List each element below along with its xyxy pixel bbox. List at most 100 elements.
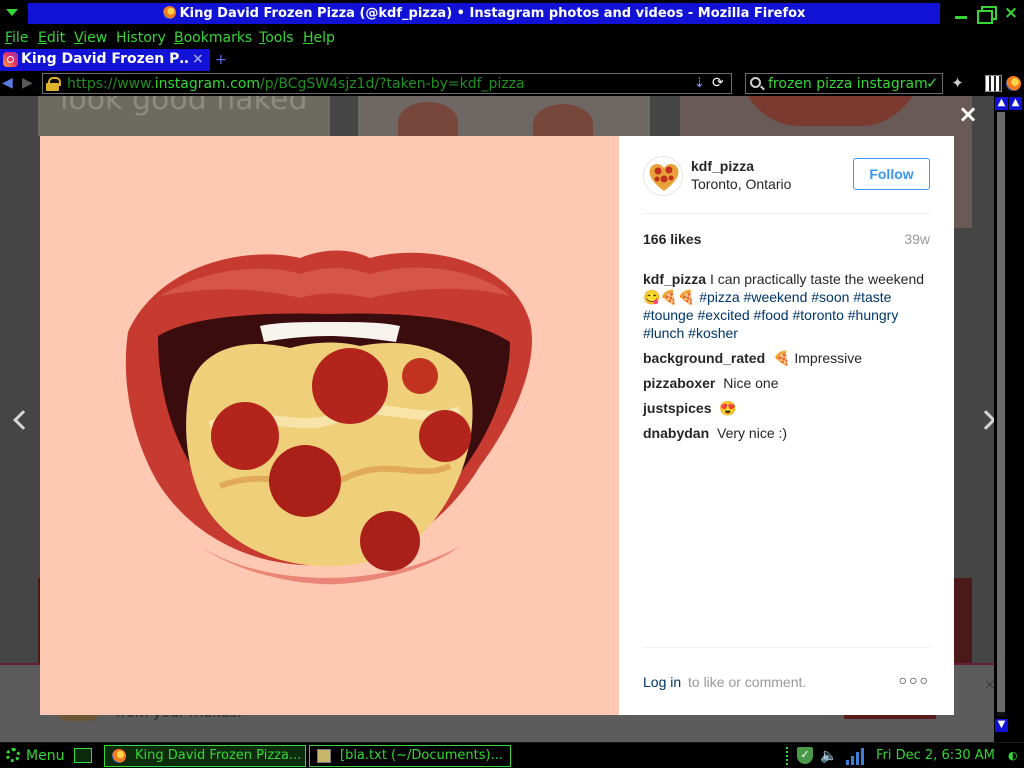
comment-text: 🍕 Impressive [769, 350, 863, 366]
url-dropdown-icon[interactable]: ⇣ [694, 76, 705, 92]
comment-username[interactable]: kdf_pizza [643, 271, 706, 287]
background-banner-button[interactable] [844, 715, 936, 719]
modal-close-button[interactable]: × [956, 102, 980, 126]
page-scrollbar[interactable]: ▲ ▲ ▼ [994, 96, 1024, 742]
scroll-track[interactable] [997, 112, 1005, 716]
background-close-icon[interactable]: × [984, 677, 994, 693]
post-location[interactable]: Toronto, Ontario [691, 175, 791, 193]
url-prefix: https://www. [67, 76, 155, 92]
tab-instagram[interactable]: King David Frozen P… × [0, 49, 210, 71]
menu-tools[interactable]: Tools [259, 29, 294, 47]
comment: pizzaboxer Nice one [643, 374, 930, 392]
maximize-button[interactable] [977, 5, 997, 24]
firefox-menu-icon[interactable] [1006, 76, 1021, 91]
menu-file-label: ile [12, 30, 29, 46]
hashtag[interactable]: #weekend [744, 289, 808, 305]
task-firefox[interactable]: King David Frozen Pizza... [104, 745, 306, 767]
menu-view[interactable]: View [74, 29, 107, 47]
search-go-icon[interactable]: ✓ [926, 74, 939, 93]
back-button[interactable]: ◀ [2, 76, 13, 90]
instagram-icon [3, 52, 18, 67]
menu-history[interactable]: History [116, 29, 166, 47]
avatar[interactable] [643, 156, 683, 196]
comment-username[interactable]: background_rated [643, 350, 765, 366]
show-desktop-icon[interactable] [74, 748, 92, 763]
scroll-up-icon[interactable]: ▲ [1009, 97, 1022, 110]
background-post-tile[interactable] [358, 96, 650, 144]
previous-post-arrow-icon[interactable] [10, 406, 30, 436]
comment: background_rated 🍕 Impressive [643, 349, 930, 367]
url-host: instagram.com [154, 76, 261, 92]
search-icon[interactable] [750, 77, 761, 88]
network-signal-icon[interactable] [846, 747, 866, 765]
shield-icon[interactable]: ✓ [797, 747, 813, 764]
close-window-button[interactable]: × [1002, 5, 1020, 22]
hashtag[interactable]: #food [754, 307, 789, 323]
hashtag[interactable]: #taste [853, 289, 891, 305]
window-title-area: King David Frozen Pizza (@kdf_pizza) • I… [28, 3, 940, 24]
hashtag[interactable]: #kosher [688, 325, 738, 341]
hashtag[interactable]: #lunch [643, 325, 684, 341]
menu-help-accel: H [303, 30, 314, 46]
url-text[interactable]: https://www.instagram.com/p/BCgSW4sjz1d/… [67, 75, 525, 93]
post-details-panel: kdf_pizza Toronto, Ontario Follow 166 li… [619, 136, 954, 715]
scroll-down-icon[interactable]: ▼ [995, 719, 1008, 732]
menu-bar: File Edit View History Bookmarks Tools H… [0, 27, 1024, 49]
power-icon[interactable]: ◐ [1008, 749, 1018, 763]
post-username[interactable]: kdf_pizza [691, 157, 754, 175]
clock[interactable]: Fri Dec 2, 6:30 AM [876, 746, 995, 766]
hashtag[interactable]: #toronto [792, 307, 843, 323]
task-text-editor[interactable]: [bla.txt (~/Documents)... [309, 745, 511, 767]
scroll-up-icon[interactable]: ▲ [995, 97, 1008, 110]
menu-help[interactable]: Help [303, 29, 335, 47]
menu-bookmarks[interactable]: Bookmarks [174, 29, 252, 47]
task-label: [bla.txt (~/Documents)... [340, 748, 503, 763]
search-input[interactable]: frozen pizza instagram [768, 75, 928, 93]
window-title: King David Frozen Pizza (@kdf_pizza) • I… [179, 6, 806, 21]
hashtag[interactable]: #tounge [643, 307, 694, 323]
qr-code-icon[interactable] [985, 75, 1002, 92]
scroll-thumb[interactable] [997, 112, 1005, 712]
menu-history-label: History [116, 30, 166, 46]
url-bar[interactable]: https://www.instagram.com/p/BCgSW4sjz1d/… [42, 73, 732, 94]
comment-username[interactable]: pizzaboxer [643, 375, 715, 391]
more-options-icon[interactable]: ○○○ [899, 671, 930, 689]
start-menu-button[interactable]: Menu [6, 746, 64, 766]
post-age[interactable]: 39w [904, 230, 930, 248]
likes-count[interactable]: 166 likes [643, 230, 701, 248]
lock-icon[interactable] [46, 77, 61, 91]
follow-button[interactable]: Follow [853, 158, 930, 190]
menu-edit[interactable]: Edit [38, 29, 65, 47]
menu-view-accel: V [74, 30, 84, 46]
hashtag[interactable]: #excited [698, 307, 750, 323]
new-tab-button[interactable]: + [215, 49, 227, 71]
minimize-button[interactable] [952, 5, 970, 22]
comment-text: Very nice :) [713, 425, 788, 441]
menu-edit-accel: E [38, 30, 47, 46]
hashtag[interactable]: #pizza [699, 289, 739, 305]
next-post-arrow-icon[interactable] [978, 406, 994, 436]
post-image[interactable] [40, 136, 619, 715]
firefox-icon [112, 749, 126, 763]
start-menu-label: Menu [26, 748, 65, 764]
comment-username[interactable]: justspices [643, 400, 711, 416]
reload-icon[interactable]: ⟳ [712, 75, 724, 92]
background-post-text: look good naked [60, 96, 308, 117]
addon-icon[interactable]: ✦ [950, 76, 965, 91]
comment-username[interactable]: dnabydan [643, 425, 709, 441]
search-bar[interactable]: frozen pizza instagram ✓ [745, 73, 943, 94]
background-post-tile[interactable]: look good naked [38, 96, 330, 136]
hashtag[interactable]: #hungry [848, 307, 899, 323]
login-prompt-text: to like or comment. [688, 674, 807, 690]
hashtag[interactable]: #soon [811, 289, 849, 305]
volume-icon[interactable]: 🔈 [820, 747, 837, 765]
post-header: kdf_pizza Toronto, Ontario Follow [643, 136, 930, 214]
menu-file[interactable]: File [5, 29, 28, 47]
menu-bookmarks-label: ookmarks [183, 30, 253, 46]
tray-separator [786, 747, 792, 765]
login-link[interactable]: Log in [643, 673, 681, 691]
forward-button[interactable]: ▶ [22, 76, 33, 90]
tab-close-icon[interactable]: × [192, 50, 204, 69]
window-menu-icon[interactable] [6, 9, 18, 16]
tab-title: King David Frozen P… [21, 51, 189, 67]
